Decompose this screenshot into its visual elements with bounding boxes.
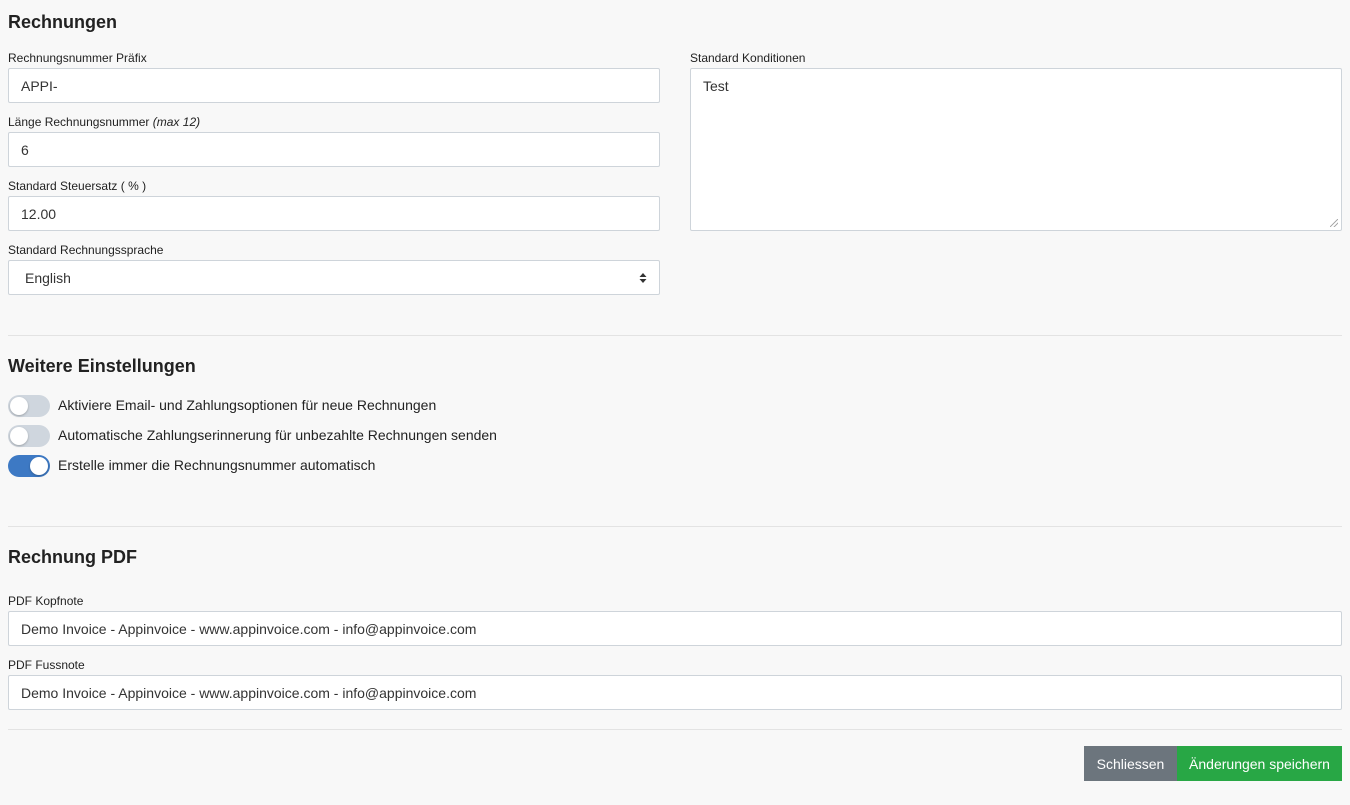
resize-grip-icon[interactable] xyxy=(1330,219,1338,227)
close-button[interactable]: Schliessen xyxy=(1084,746,1177,781)
tax-label: Standard Steuersatz ( % ) xyxy=(8,179,147,193)
section-title-more-settings: Weitere Einstellungen xyxy=(8,356,196,376)
save-changes-button[interactable]: Änderungen speichern xyxy=(1177,746,1342,781)
pdf-header-label: PDF Kopfnote xyxy=(8,594,84,608)
toggle-payment-reminder-label: Automatische Zahlungserinnerung für unbe… xyxy=(58,427,497,443)
pdf-footer-input[interactable]: Demo Invoice - Appinvoice - www.appinvoi… xyxy=(8,675,1342,710)
terms-value: Test xyxy=(703,78,729,94)
length-label-text: Länge Rechnungsnummer xyxy=(8,115,150,129)
toggle-payment-reminder[interactable] xyxy=(8,425,50,447)
select-caret-icon xyxy=(639,272,647,283)
section-title-invoices: Rechnungen xyxy=(8,12,118,32)
length-input[interactable]: 6 xyxy=(8,132,660,167)
length-label: Länge Rechnungsnummer (max 12) xyxy=(8,114,200,130)
language-select-value: English xyxy=(25,269,71,286)
terms-label: Standard Konditionen xyxy=(690,51,806,65)
toggle-knob xyxy=(10,397,28,415)
toggle-knob xyxy=(10,427,28,445)
divider xyxy=(8,526,1342,527)
toggle-email-payment-label: Aktiviere Email- und Zahlungsoptionen fü… xyxy=(58,397,437,413)
toggle-knob xyxy=(30,457,48,475)
divider xyxy=(8,335,1342,336)
toggle-email-payment-options[interactable] xyxy=(8,395,50,417)
terms-textarea[interactable]: Test xyxy=(690,68,1342,231)
pdf-footer-label: PDF Fussnote xyxy=(8,658,85,672)
prefix-label: Rechnungsnummer Präfix xyxy=(8,51,147,65)
length-hint: (max 12) xyxy=(152,115,201,129)
prefix-input[interactable]: APPI- xyxy=(8,68,660,103)
section-title-pdf: Rechnung PDF xyxy=(8,547,137,567)
toggle-auto-invoice-number[interactable] xyxy=(8,455,50,477)
toggle-auto-invoice-number-label: Erstelle immer die Rechnungsnummer autom… xyxy=(58,457,376,473)
tax-input[interactable]: 12.00 xyxy=(8,196,660,231)
pdf-header-input[interactable]: Demo Invoice - Appinvoice - www.appinvoi… xyxy=(8,611,1342,646)
divider xyxy=(8,729,1342,730)
language-label: Standard Rechnungssprache xyxy=(8,243,164,257)
language-select[interactable]: English xyxy=(8,260,660,295)
